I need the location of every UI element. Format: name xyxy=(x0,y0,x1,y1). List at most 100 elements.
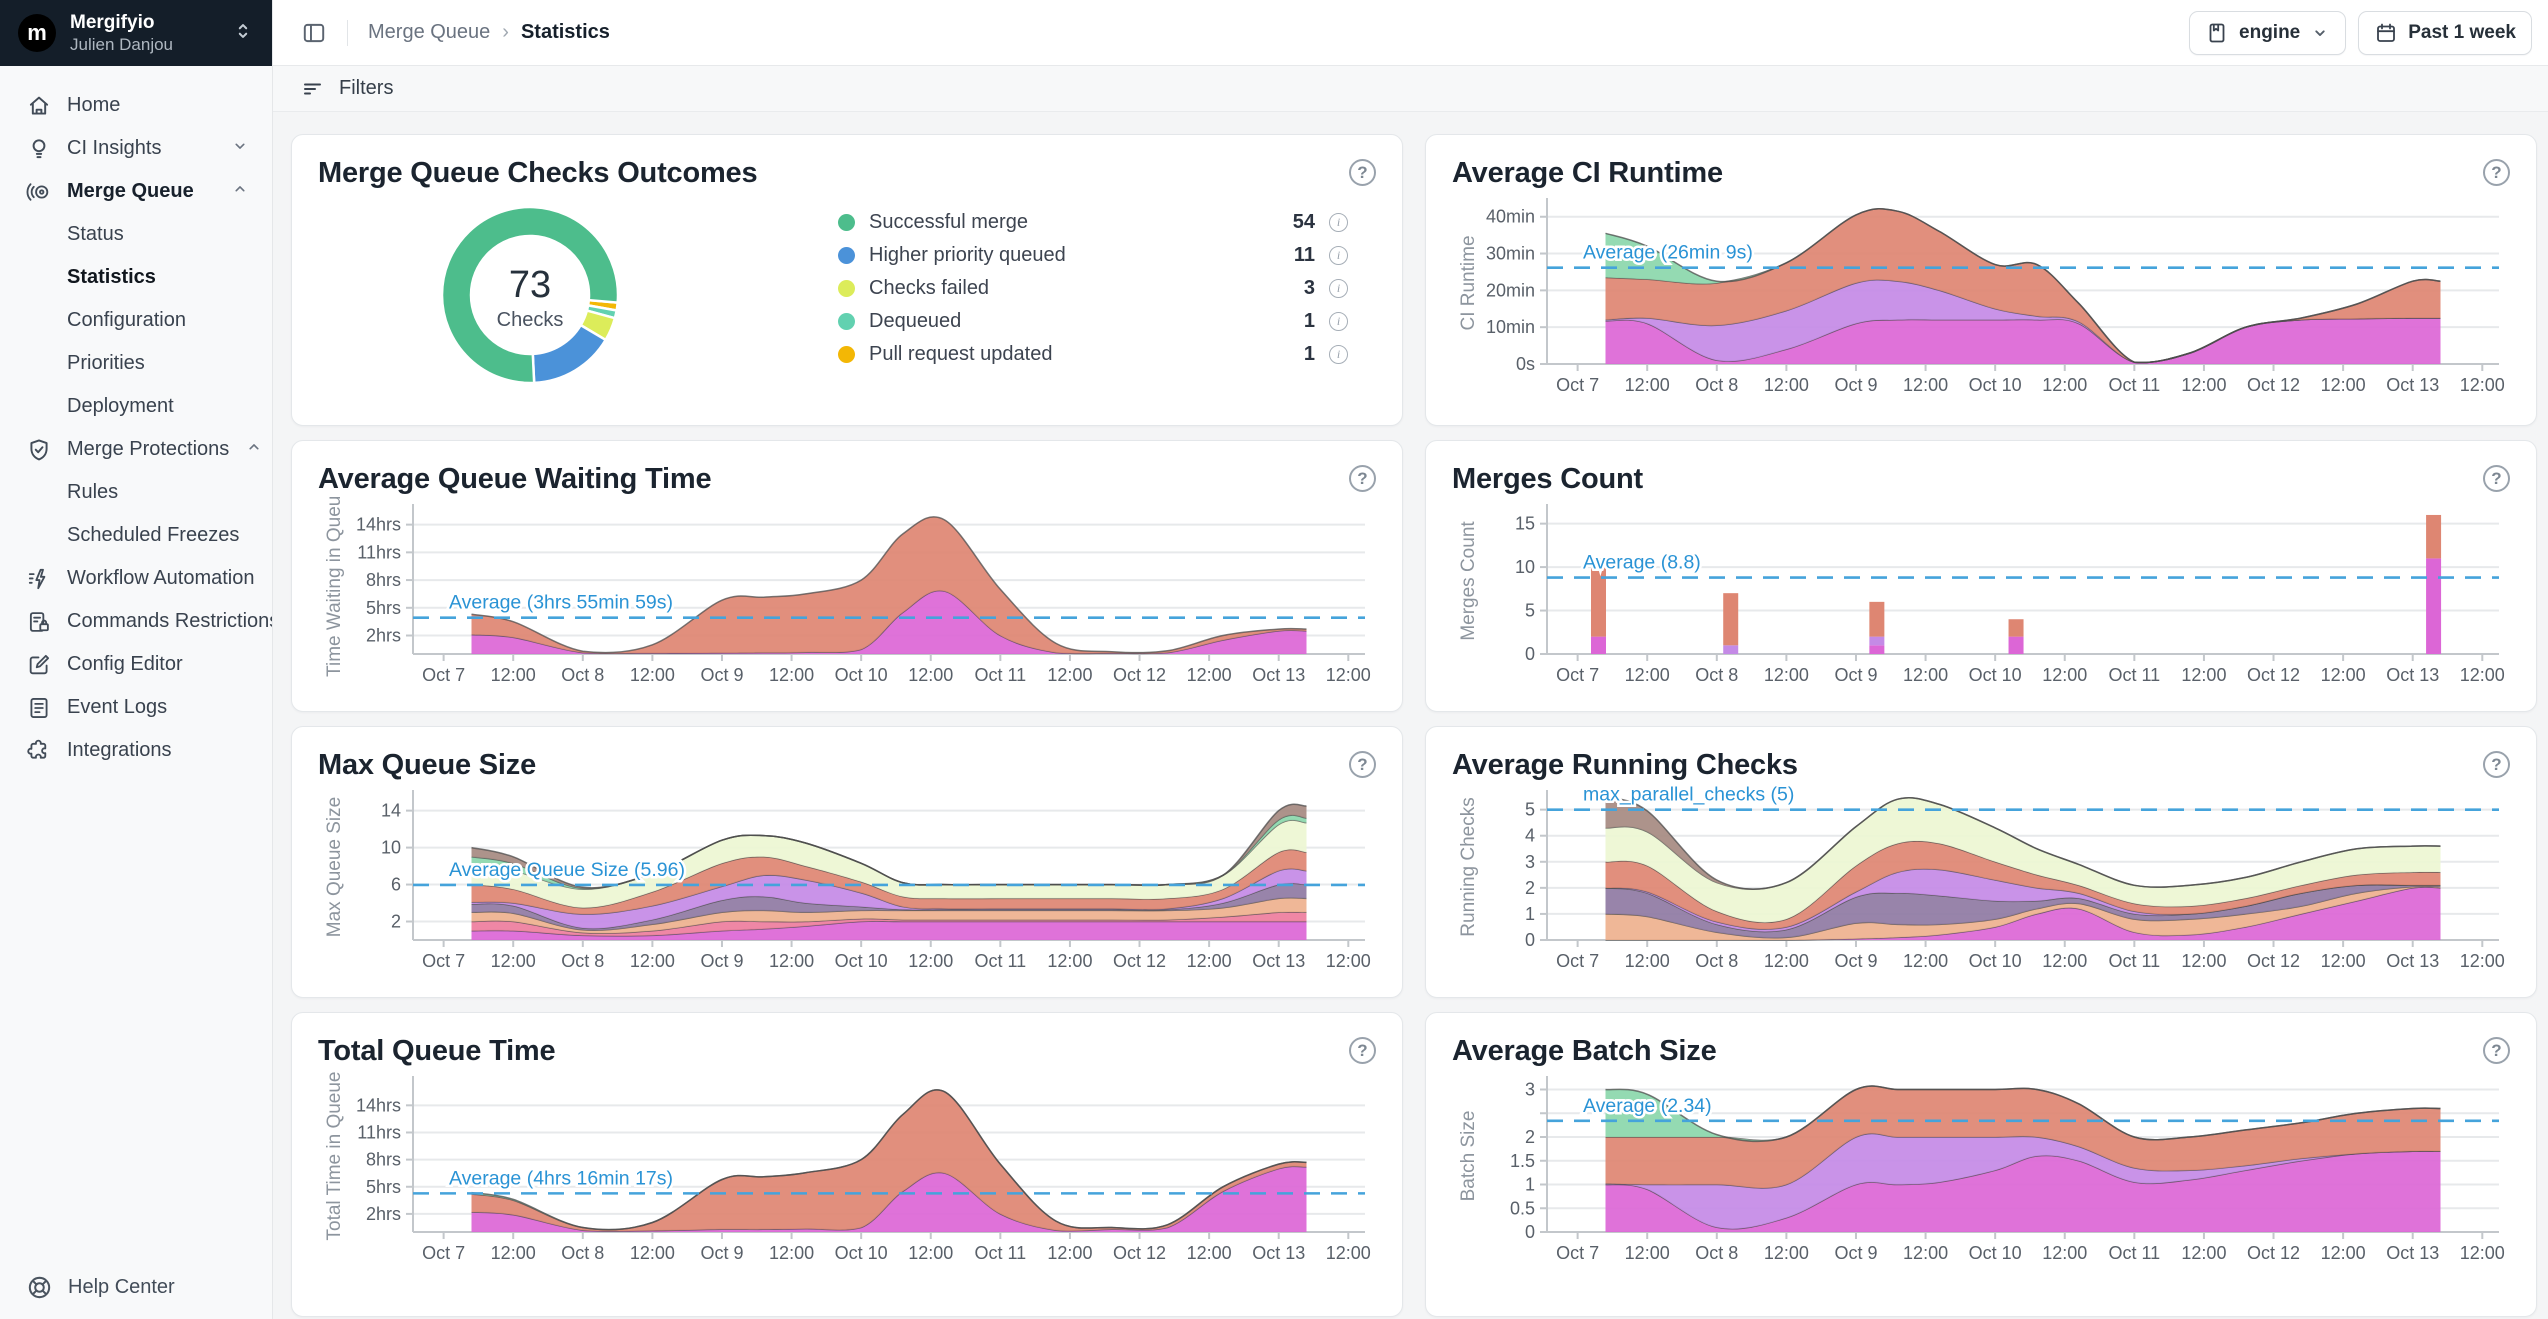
help-icon[interactable]: ? xyxy=(1349,159,1376,186)
info-icon[interactable]: i xyxy=(1329,279,1348,298)
svg-text:12:00: 12:00 xyxy=(491,951,536,971)
sidebar-item-label: Merge Protections xyxy=(67,438,229,461)
help-icon[interactable]: ? xyxy=(1349,1037,1376,1064)
sidebar-item-home[interactable]: Home xyxy=(0,84,272,127)
batch-size-chart: 00.511.523Oct 712:00Oct 812:00Oct 912:00… xyxy=(1452,1068,2512,1268)
sidebar-item-scheduled-freezes[interactable]: Scheduled Freezes xyxy=(0,514,272,557)
sidebar-item-configuration[interactable]: Configuration xyxy=(0,299,272,342)
card-title: Merges Count xyxy=(1452,463,1643,496)
chevron-down-icon xyxy=(230,136,250,162)
topbar: Merge Queue › Statistics engine xyxy=(273,0,2548,66)
svg-text:Oct 13: Oct 13 xyxy=(2386,951,2439,971)
bulb-icon xyxy=(26,136,52,162)
info-icon[interactable]: i xyxy=(1329,213,1348,232)
legend-value: 1 xyxy=(1304,310,1315,333)
help-icon[interactable]: ? xyxy=(1349,751,1376,778)
help-icon[interactable]: ? xyxy=(2483,159,2510,186)
legend-label: Successful merge xyxy=(869,211,1279,234)
svg-text:0: 0 xyxy=(1525,644,1535,664)
svg-text:1.5: 1.5 xyxy=(1510,1151,1535,1171)
legend-label: Higher priority queued xyxy=(869,244,1280,267)
svg-text:12:00: 12:00 xyxy=(2042,665,2087,685)
sidebar-toggle-icon[interactable] xyxy=(301,20,327,46)
repository-select[interactable]: engine xyxy=(2189,11,2346,55)
svg-text:12:00: 12:00 xyxy=(2321,1243,2366,1263)
svg-text:Oct 9: Oct 9 xyxy=(1834,951,1877,971)
queue-waiting-time-chart: 2hrs5hrs8hrs11hrs14hrsOct 712:00Oct 812:… xyxy=(318,496,1378,690)
svg-text:Oct 10: Oct 10 xyxy=(1969,665,2022,685)
svg-text:Oct 13: Oct 13 xyxy=(1252,951,1305,971)
svg-text:Oct 11: Oct 11 xyxy=(974,665,1026,685)
topbar-divider xyxy=(347,20,348,46)
org-switcher[interactable]: m Mergifyio Julien Danjou xyxy=(0,0,272,66)
svg-text:Oct 12: Oct 12 xyxy=(2247,665,2300,685)
svg-text:14: 14 xyxy=(381,801,401,821)
svg-text:12:00: 12:00 xyxy=(2181,951,2226,971)
help-center-link[interactable]: Help Center xyxy=(26,1274,175,1301)
sidebar-item-status[interactable]: Status xyxy=(0,213,272,256)
svg-text:2: 2 xyxy=(1525,1127,1535,1147)
sidebar-item-priorities[interactable]: Priorities xyxy=(0,342,272,385)
svg-text:Oct 9: Oct 9 xyxy=(700,665,743,685)
card-average-running-checks: Average Running Checks ? 012345Oct 712:0… xyxy=(1425,726,2537,998)
legend-color-dot xyxy=(838,214,855,231)
ci-runtime-chart: 0s10min20min30min40minOct 712:00Oct 812:… xyxy=(1452,190,2512,400)
sidebar-item-commands-restrictions[interactable]: Commands Restrictions xyxy=(0,600,272,643)
legend-row-pull-request-updated: Pull request updated1i xyxy=(838,338,1348,371)
svg-text:Total Time in Queue: Total Time in Queue xyxy=(324,1072,345,1241)
svg-text:Max Queue Size: Max Queue Size xyxy=(324,797,345,937)
legend-color-dot xyxy=(838,247,855,264)
calendar-icon xyxy=(2374,21,2398,45)
help-center-label: Help Center xyxy=(68,1276,175,1299)
sidebar-item-statistics[interactable]: Statistics xyxy=(0,256,272,299)
svg-text:Batch Size: Batch Size xyxy=(1458,1111,1479,1202)
sidebar-item-workflow-automation[interactable]: Workflow Automation xyxy=(0,557,272,600)
puzzle-icon xyxy=(26,738,52,764)
svg-text:12:00: 12:00 xyxy=(1903,665,1948,685)
legend-color-dot xyxy=(838,313,855,330)
info-icon[interactable]: i xyxy=(1329,312,1348,331)
bolt-icon xyxy=(26,566,52,592)
svg-text:5: 5 xyxy=(1525,800,1535,820)
svg-text:8hrs: 8hrs xyxy=(366,1150,401,1170)
date-range-button[interactable]: Past 1 week xyxy=(2358,11,2532,55)
breadcrumb-merge-queue[interactable]: Merge Queue xyxy=(368,21,490,44)
info-icon[interactable]: i xyxy=(1329,345,1348,364)
help-icon[interactable]: ? xyxy=(2483,751,2510,778)
breadcrumb-chevron-icon: › xyxy=(502,21,509,44)
sidebar-item-rules[interactable]: Rules xyxy=(0,471,272,514)
sidebar-item-deployment[interactable]: Deployment xyxy=(0,385,272,428)
svg-text:Oct 12: Oct 12 xyxy=(2247,951,2300,971)
sidebar-item-label: CI Insights xyxy=(67,137,215,160)
svg-text:12:00: 12:00 xyxy=(2042,375,2087,395)
repository-icon xyxy=(2205,21,2229,45)
svg-text:12:00: 12:00 xyxy=(630,1243,675,1263)
sidebar-item-ci-insights[interactable]: CI Insights xyxy=(0,127,272,170)
info-icon[interactable]: i xyxy=(1329,246,1348,265)
org-switcher-updown-icon[interactable] xyxy=(232,20,254,47)
sidebar-item-label: Deployment xyxy=(67,395,250,418)
svg-text:2: 2 xyxy=(391,912,401,932)
svg-text:12:00: 12:00 xyxy=(1187,1243,1232,1263)
svg-text:12:00: 12:00 xyxy=(630,665,675,685)
svg-text:12:00: 12:00 xyxy=(1326,1243,1371,1263)
filters-button[interactable]: Filters xyxy=(339,77,393,100)
sidebar-item-integrations[interactable]: Integrations xyxy=(0,729,272,772)
help-icon[interactable]: ? xyxy=(1349,465,1376,492)
sidebar-item-event-logs[interactable]: Event Logs xyxy=(0,686,272,729)
help-icon[interactable]: ? xyxy=(2483,1037,2510,1064)
svg-text:0.5: 0.5 xyxy=(1510,1198,1535,1218)
svg-text:Oct 13: Oct 13 xyxy=(2386,375,2439,395)
svg-text:Oct 13: Oct 13 xyxy=(1252,665,1305,685)
svg-text:10min: 10min xyxy=(1486,317,1535,337)
svg-text:5hrs: 5hrs xyxy=(366,598,401,618)
sidebar-item-merge-queue[interactable]: Merge Queue xyxy=(0,170,272,213)
svg-text:1: 1 xyxy=(1525,1175,1535,1195)
pencil-icon xyxy=(26,652,52,678)
card-average-ci-runtime: Average CI Runtime ? 0s10min20min30min40… xyxy=(1425,134,2537,426)
help-icon[interactable]: ? xyxy=(2483,465,2510,492)
sidebar-item-merge-protections[interactable]: Merge Protections xyxy=(0,428,272,471)
svg-text:5: 5 xyxy=(1525,601,1535,621)
sidebar-item-config-editor[interactable]: Config Editor xyxy=(0,643,272,686)
card-title: Average Queue Waiting Time xyxy=(318,463,711,496)
